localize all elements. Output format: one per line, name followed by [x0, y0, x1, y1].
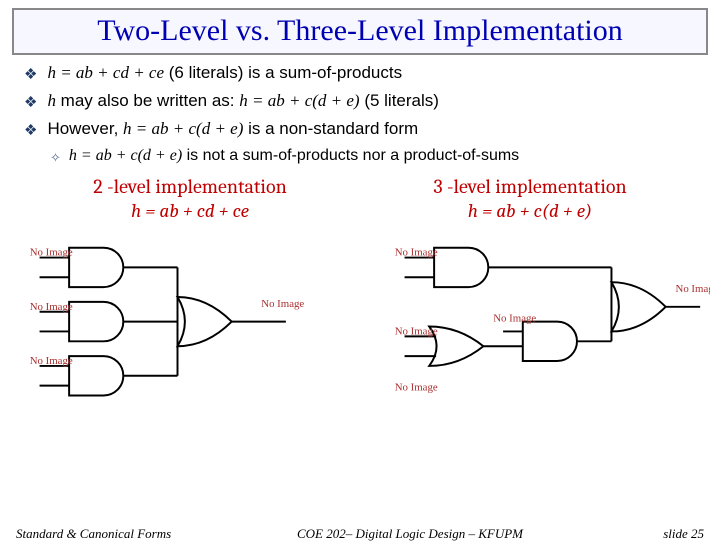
diamond-icon: ❖ — [24, 121, 37, 139]
bullet-1-text: h = ab + cd + ce (6 literals) is a sum-o… — [47, 63, 402, 83]
three-level-svg: No Image No Image No Image No Image No I… — [375, 228, 710, 405]
sub-bullet-1-text: h = ab + c(d + e) is not a sum-of-produc… — [69, 147, 519, 165]
bullet-1-tail: (6 literals) is a sum-of-products — [164, 63, 402, 82]
noimg-label: No Image — [676, 283, 710, 295]
bullet-list: ❖ h = ab + cd + ce (6 literals) is a sum… — [24, 63, 696, 165]
circuit-diagrams: No Image No Image No Image No Image — [10, 228, 710, 410]
noimg-label: No Image — [395, 246, 438, 258]
diamond-icon: ❖ — [24, 65, 37, 83]
impl-left-eq: h = ab + cd + ce — [20, 200, 360, 222]
two-level-svg: No Image No Image No Image No Image — [10, 228, 345, 405]
bullet-3: ❖ However, h = ab + c(d + e) is a non-st… — [24, 119, 696, 139]
bullet-3-tail: is a non-standard form — [243, 119, 418, 138]
noimg-label: No Image — [395, 325, 438, 337]
bullet-2-mathpre: h — [47, 91, 56, 110]
title-box: Two-Level vs. Three-Level Implementation — [12, 8, 708, 55]
bullet-2-mid: may also be written as: — [56, 91, 239, 110]
slide: Two-Level vs. Three-Level Implementation… — [0, 8, 720, 548]
three-level-circuit: No Image No Image No Image No Image No I… — [375, 228, 710, 410]
noimg-label: No Image — [30, 300, 73, 312]
bullet-3-text: However, h = ab + c(d + e) is a non-stan… — [47, 119, 418, 139]
noimg-label: No Image — [493, 312, 536, 324]
bullet-2-text: h may also be written as: h = ab + c(d +… — [47, 91, 439, 111]
noimg-label: No Image — [30, 246, 73, 258]
bullet-2: ❖ h may also be written as: h = ab + c(d… — [24, 91, 696, 111]
impl-right-eq: h = ab + c(d + e) — [360, 200, 700, 222]
impl-left-title: 2 -level implementation — [20, 175, 360, 198]
sub-diamond-icon: ✧ — [50, 150, 61, 166]
bullet-2-tail: (5 literals) — [360, 91, 439, 110]
slide-title: Two-Level vs. Three-Level Implementation — [22, 14, 698, 49]
bullet-1-math: h = ab + cd + ce — [47, 63, 164, 82]
sub-bullet-1: ✧ h = ab + c(d + e) is not a sum-of-prod… — [50, 147, 696, 165]
sub-bullet-1-tail: is not a sum-of-products nor a product-o… — [182, 147, 519, 164]
impl-right: 3 -level implementation h = ab + c(d + e… — [360, 175, 700, 222]
noimg-label: No Image — [261, 297, 304, 309]
bullet-2-math: h = ab + c(d + e) — [239, 91, 359, 110]
noimg-label: No Image — [395, 381, 438, 393]
sub-bullet-1-math: h = ab + c(d + e) — [69, 147, 182, 164]
diamond-icon: ❖ — [24, 93, 37, 111]
impl-right-title: 3 -level implementation — [360, 175, 700, 198]
noimg-label: No Image — [30, 354, 73, 366]
implementation-headers: 2 -level implementation h = ab + cd + ce… — [20, 175, 700, 222]
bullet-3-pre: However, — [47, 119, 123, 138]
impl-left: 2 -level implementation h = ab + cd + ce — [20, 175, 360, 222]
bullet-3-math: h = ab + c(d + e) — [123, 119, 243, 138]
two-level-circuit: No Image No Image No Image No Image — [10, 228, 345, 410]
bullet-1: ❖ h = ab + cd + ce (6 literals) is a sum… — [24, 63, 696, 83]
